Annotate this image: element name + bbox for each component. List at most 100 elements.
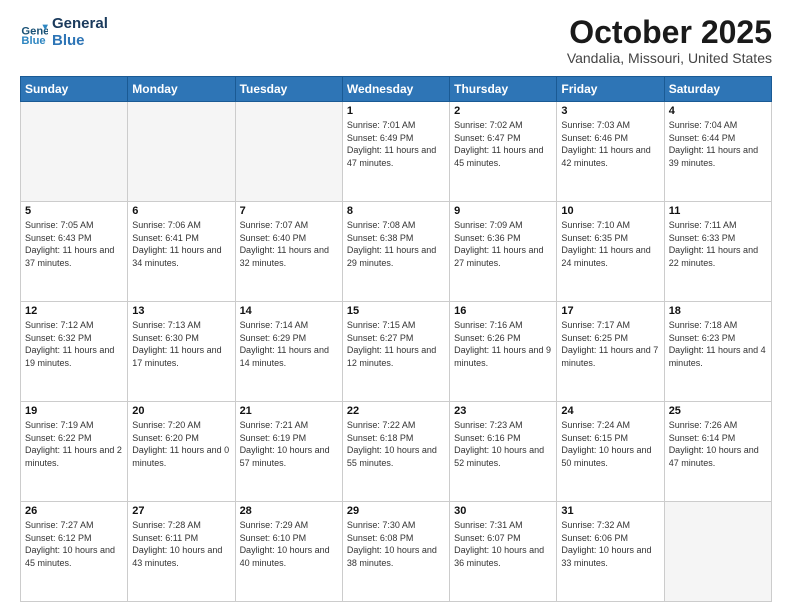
- col-header-sunday: Sunday: [21, 77, 128, 102]
- day-info: Sunrise: 7:20 AMSunset: 6:20 PMDaylight:…: [132, 419, 230, 469]
- day-cell: [21, 102, 128, 202]
- day-info: Sunrise: 7:15 AMSunset: 6:27 PMDaylight:…: [347, 319, 445, 369]
- day-number: 30: [454, 505, 552, 517]
- month-title: October 2025: [567, 16, 772, 48]
- day-info: Sunrise: 7:30 AMSunset: 6:08 PMDaylight:…: [347, 519, 445, 569]
- day-cell: 10 Sunrise: 7:10 AMSunset: 6:35 PMDayligh…: [557, 202, 664, 302]
- day-cell: 16 Sunrise: 7:16 AMSunset: 6:26 PMDayligh…: [450, 302, 557, 402]
- col-header-thursday: Thursday: [450, 77, 557, 102]
- day-info: Sunrise: 7:12 AMSunset: 6:32 PMDaylight:…: [25, 319, 123, 369]
- day-cell: 12 Sunrise: 7:12 AMSunset: 6:32 PMDayligh…: [21, 302, 128, 402]
- day-cell: 9 Sunrise: 7:09 AMSunset: 6:36 PMDaylight…: [450, 202, 557, 302]
- day-cell: 5 Sunrise: 7:05 AMSunset: 6:43 PMDaylight…: [21, 202, 128, 302]
- week-row-1: 1 Sunrise: 7:01 AMSunset: 6:49 PMDaylight…: [21, 102, 772, 202]
- day-number: 26: [25, 505, 123, 517]
- day-cell: 23 Sunrise: 7:23 AMSunset: 6:16 PMDayligh…: [450, 402, 557, 502]
- day-number: 21: [240, 405, 338, 417]
- day-cell: 15 Sunrise: 7:15 AMSunset: 6:27 PMDayligh…: [342, 302, 449, 402]
- day-number: 19: [25, 405, 123, 417]
- day-cell: 24 Sunrise: 7:24 AMSunset: 6:15 PMDayligh…: [557, 402, 664, 502]
- day-number: 27: [132, 505, 230, 517]
- day-number: 31: [561, 505, 659, 517]
- day-info: Sunrise: 7:06 AMSunset: 6:41 PMDaylight:…: [132, 219, 230, 269]
- day-number: 23: [454, 405, 552, 417]
- week-row-5: 26Sunrise: 7:27 AMSunset: 6:12 PMDayligh…: [21, 502, 772, 602]
- svg-text:Blue: Blue: [21, 35, 45, 47]
- day-info: Sunrise: 7:16 AMSunset: 6:26 PMDaylight:…: [454, 319, 552, 369]
- day-number: 18: [669, 305, 767, 317]
- day-number: 20: [132, 405, 230, 417]
- day-info: Sunrise: 7:24 AMSunset: 6:15 PMDaylight:…: [561, 419, 659, 469]
- day-info: Sunrise: 7:09 AMSunset: 6:36 PMDaylight:…: [454, 219, 552, 269]
- day-cell: 4Sunrise: 7:04 AMSunset: 6:44 PMDaylight…: [664, 102, 771, 202]
- day-number: 8: [347, 205, 445, 217]
- day-info: Sunrise: 7:14 AMSunset: 6:29 PMDaylight:…: [240, 319, 338, 369]
- day-info: Sunrise: 7:05 AMSunset: 6:43 PMDaylight:…: [25, 219, 123, 269]
- col-header-saturday: Saturday: [664, 77, 771, 102]
- day-info: Sunrise: 7:04 AMSunset: 6:44 PMDaylight:…: [669, 119, 767, 169]
- day-info: Sunrise: 7:02 AMSunset: 6:47 PMDaylight:…: [454, 119, 552, 169]
- col-header-tuesday: Tuesday: [235, 77, 342, 102]
- day-info: Sunrise: 7:21 AMSunset: 6:19 PMDaylight:…: [240, 419, 338, 469]
- day-number: 9: [454, 205, 552, 217]
- day-cell: 2Sunrise: 7:02 AMSunset: 6:47 PMDaylight…: [450, 102, 557, 202]
- day-info: Sunrise: 7:13 AMSunset: 6:30 PMDaylight:…: [132, 319, 230, 369]
- day-cell: 6 Sunrise: 7:06 AMSunset: 6:41 PMDaylight…: [128, 202, 235, 302]
- day-number: 17: [561, 305, 659, 317]
- day-number: 10: [561, 205, 659, 217]
- logo-blue: Blue: [52, 33, 108, 50]
- day-cell: 19 Sunrise: 7:19 AMSunset: 6:22 PMDayligh…: [21, 402, 128, 502]
- logo: General Blue General Blue: [20, 16, 108, 49]
- day-info: Sunrise: 7:18 AMSunset: 6:23 PMDaylight:…: [669, 319, 767, 369]
- day-info: Sunrise: 7:17 AMSunset: 6:25 PMDaylight:…: [561, 319, 659, 369]
- col-header-friday: Friday: [557, 77, 664, 102]
- col-header-wednesday: Wednesday: [342, 77, 449, 102]
- day-cell: [664, 502, 771, 602]
- day-cell: 3 Sunrise: 7:03 AMSunset: 6:46 PMDaylight…: [557, 102, 664, 202]
- day-info: Sunrise: 7:22 AMSunset: 6:18 PMDaylight:…: [347, 419, 445, 469]
- day-number: 16: [454, 305, 552, 317]
- day-cell: 29Sunrise: 7:30 AMSunset: 6:08 PMDayligh…: [342, 502, 449, 602]
- day-number: 28: [240, 505, 338, 517]
- day-info: Sunrise: 7:01 AMSunset: 6:49 PMDaylight:…: [347, 119, 445, 169]
- day-info: Sunrise: 7:03 AMSunset: 6:46 PMDaylight:…: [561, 119, 659, 169]
- day-info: Sunrise: 7:08 AMSunset: 6:38 PMDaylight:…: [347, 219, 445, 269]
- day-cell: 8 Sunrise: 7:08 AMSunset: 6:38 PMDaylight…: [342, 202, 449, 302]
- day-number: 11: [669, 205, 767, 217]
- day-info: Sunrise: 7:29 AMSunset: 6:10 PMDaylight:…: [240, 519, 338, 569]
- day-cell: 22 Sunrise: 7:22 AMSunset: 6:18 PMDayligh…: [342, 402, 449, 502]
- day-number: 25: [669, 405, 767, 417]
- day-info: Sunrise: 7:10 AMSunset: 6:35 PMDaylight:…: [561, 219, 659, 269]
- week-row-2: 5 Sunrise: 7:05 AMSunset: 6:43 PMDaylight…: [21, 202, 772, 302]
- day-cell: 20 Sunrise: 7:20 AMSunset: 6:20 PMDayligh…: [128, 402, 235, 502]
- day-number: 6: [132, 205, 230, 217]
- day-number: 3: [561, 105, 659, 117]
- day-cell: 17 Sunrise: 7:17 AMSunset: 6:25 PMDayligh…: [557, 302, 664, 402]
- day-info: Sunrise: 7:28 AMSunset: 6:11 PMDaylight:…: [132, 519, 230, 569]
- day-number: 5: [25, 205, 123, 217]
- day-number: 12: [25, 305, 123, 317]
- day-info: Sunrise: 7:19 AMSunset: 6:22 PMDaylight:…: [25, 419, 123, 469]
- day-number: 22: [347, 405, 445, 417]
- day-info: Sunrise: 7:23 AMSunset: 6:16 PMDaylight:…: [454, 419, 552, 469]
- day-cell: 26Sunrise: 7:27 AMSunset: 6:12 PMDayligh…: [21, 502, 128, 602]
- logo-icon: General Blue: [20, 19, 48, 47]
- header: General Blue General Blue October 2025 V…: [20, 16, 772, 66]
- day-number: 1: [347, 105, 445, 117]
- day-cell: 13 Sunrise: 7:13 AMSunset: 6:30 PMDayligh…: [128, 302, 235, 402]
- day-cell: 25Sunrise: 7:26 AMSunset: 6:14 PMDayligh…: [664, 402, 771, 502]
- day-number: 15: [347, 305, 445, 317]
- page: General Blue General Blue October 2025 V…: [0, 0, 792, 612]
- calendar-table: SundayMondayTuesdayWednesdayThursdayFrid…: [20, 76, 772, 602]
- day-number: 24: [561, 405, 659, 417]
- col-header-monday: Monday: [128, 77, 235, 102]
- day-cell: 31 Sunrise: 7:32 AMSunset: 6:06 PMDayligh…: [557, 502, 664, 602]
- location: Vandalia, Missouri, United States: [567, 50, 772, 66]
- day-info: Sunrise: 7:31 AMSunset: 6:07 PMDaylight:…: [454, 519, 552, 569]
- day-cell: 18 Sunrise: 7:18 AMSunset: 6:23 PMDayligh…: [664, 302, 771, 402]
- week-row-4: 19 Sunrise: 7:19 AMSunset: 6:22 PMDayligh…: [21, 402, 772, 502]
- day-cell: 14Sunrise: 7:14 AMSunset: 6:29 PMDayligh…: [235, 302, 342, 402]
- day-number: 13: [132, 305, 230, 317]
- day-info: Sunrise: 7:32 AMSunset: 6:06 PMDaylight:…: [561, 519, 659, 569]
- day-cell: 28 Sunrise: 7:29 AMSunset: 6:10 PMDayligh…: [235, 502, 342, 602]
